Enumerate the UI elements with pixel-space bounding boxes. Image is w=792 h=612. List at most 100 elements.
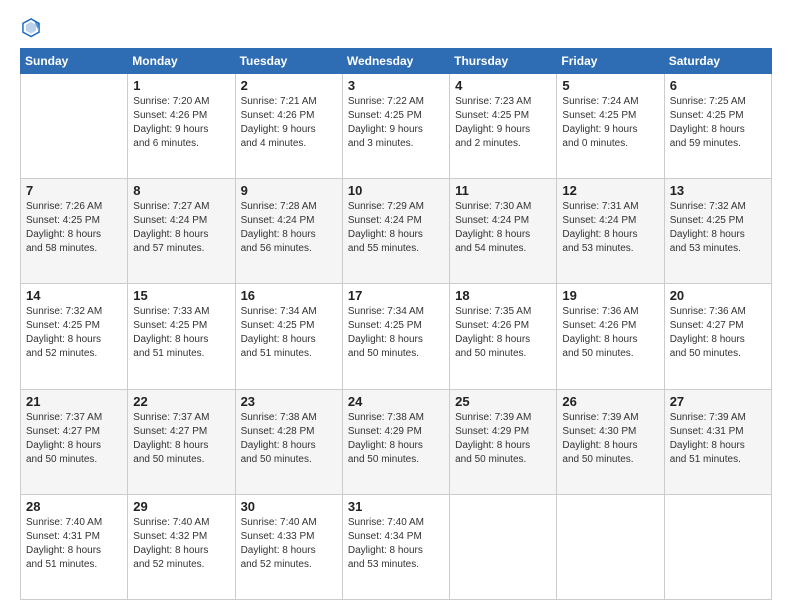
- calendar-cell: 13 Sunrise: 7:32 AM Sunset: 4:25 PM Dayli…: [664, 179, 771, 284]
- calendar-cell: 5 Sunrise: 7:24 AM Sunset: 4:25 PM Daylig…: [557, 74, 664, 179]
- day-info: Sunrise: 7:21 AM Sunset: 4:26 PM Dayligh…: [241, 95, 337, 151]
- day-number: 12: [562, 183, 658, 198]
- calendar-cell: 25 Sunrise: 7:39 AM Sunset: 4:29 PM Dayli…: [450, 389, 557, 494]
- calendar-body: 1Sunrise: 7:20 AM Sunset: 4:26 PM Daylig…: [21, 74, 772, 600]
- day-of-week-header: Wednesday: [342, 49, 449, 74]
- calendar-cell: 28Sunrise: 7:40 AM Sunset: 4:31 PM Dayli…: [21, 494, 128, 599]
- calendar-week-row: 28Sunrise: 7:40 AM Sunset: 4:31 PM Dayli…: [21, 494, 772, 599]
- day-info: Sunrise: 7:29 AM Sunset: 4:24 PM Dayligh…: [348, 200, 444, 256]
- day-info: Sunrise: 7:39 AM Sunset: 4:31 PM Dayligh…: [670, 411, 766, 467]
- day-info: Sunrise: 7:25 AM Sunset: 4:25 PM Dayligh…: [670, 95, 766, 151]
- calendar-week-row: 21 Sunrise: 7:37 AM Sunset: 4:27 PM Dayli…: [21, 389, 772, 494]
- day-of-week-header: Thursday: [450, 49, 557, 74]
- calendar-cell: 15Sunrise: 7:33 AM Sunset: 4:25 PM Dayli…: [128, 284, 235, 389]
- calendar-cell: 27Sunrise: 7:39 AM Sunset: 4:31 PM Dayli…: [664, 389, 771, 494]
- day-number: 19: [562, 288, 658, 303]
- day-info: Sunrise: 7:39 AM Sunset: 4:29 PM Dayligh…: [455, 411, 551, 467]
- day-info: Sunrise: 7:27 AM Sunset: 4:24 PM Dayligh…: [133, 200, 229, 256]
- day-number: 18: [455, 288, 551, 303]
- day-info: Sunrise: 7:39 AM Sunset: 4:30 PM Dayligh…: [562, 411, 658, 467]
- calendar-cell: 31Sunrise: 7:40 AM Sunset: 4:34 PM Dayli…: [342, 494, 449, 599]
- logo-icon: [20, 16, 42, 38]
- day-info: Sunrise: 7:28 AM Sunset: 4:24 PM Dayligh…: [241, 200, 337, 256]
- calendar-cell: 20Sunrise: 7:36 AM Sunset: 4:27 PM Dayli…: [664, 284, 771, 389]
- day-info: Sunrise: 7:37 AM Sunset: 4:27 PM Dayligh…: [133, 411, 229, 467]
- calendar-week-row: 1Sunrise: 7:20 AM Sunset: 4:26 PM Daylig…: [21, 74, 772, 179]
- day-info: Sunrise: 7:40 AM Sunset: 4:32 PM Dayligh…: [133, 516, 229, 572]
- day-number: 25: [455, 394, 551, 409]
- day-number: 3: [348, 78, 444, 93]
- calendar-cell: 26 Sunrise: 7:39 AM Sunset: 4:30 PM Dayli…: [557, 389, 664, 494]
- calendar-cell: 21 Sunrise: 7:37 AM Sunset: 4:27 PM Dayli…: [21, 389, 128, 494]
- day-info: Sunrise: 7:40 AM Sunset: 4:31 PM Dayligh…: [26, 516, 122, 572]
- calendar-cell: 18 Sunrise: 7:35 AM Sunset: 4:26 PM Dayli…: [450, 284, 557, 389]
- day-info: Sunrise: 7:36 AM Sunset: 4:26 PM Dayligh…: [562, 305, 658, 361]
- day-of-week-header: Sunday: [21, 49, 128, 74]
- day-info: Sunrise: 7:23 AM Sunset: 4:25 PM Dayligh…: [455, 95, 551, 151]
- day-number: 9: [241, 183, 337, 198]
- calendar-week-row: 14 Sunrise: 7:32 AM Sunset: 4:25 PM Dayli…: [21, 284, 772, 389]
- day-number: 29: [133, 499, 229, 514]
- day-info: Sunrise: 7:32 AM Sunset: 4:25 PM Dayligh…: [670, 200, 766, 256]
- calendar-cell: 10 Sunrise: 7:29 AM Sunset: 4:24 PM Dayli…: [342, 179, 449, 284]
- calendar-cell: 24Sunrise: 7:38 AM Sunset: 4:29 PM Dayli…: [342, 389, 449, 494]
- calendar-cell: [21, 74, 128, 179]
- day-number: 5: [562, 78, 658, 93]
- calendar-cell: 17 Sunrise: 7:34 AM Sunset: 4:25 PM Dayli…: [342, 284, 449, 389]
- day-info: Sunrise: 7:24 AM Sunset: 4:25 PM Dayligh…: [562, 95, 658, 151]
- day-info: Sunrise: 7:37 AM Sunset: 4:27 PM Dayligh…: [26, 411, 122, 467]
- calendar-cell: 9 Sunrise: 7:28 AM Sunset: 4:24 PM Daylig…: [235, 179, 342, 284]
- day-info: Sunrise: 7:34 AM Sunset: 4:25 PM Dayligh…: [348, 305, 444, 361]
- day-number: 14: [26, 288, 122, 303]
- page: SundayMondayTuesdayWednesdayThursdayFrid…: [0, 0, 792, 612]
- day-number: 4: [455, 78, 551, 93]
- calendar-cell: 7 Sunrise: 7:26 AM Sunset: 4:25 PM Daylig…: [21, 179, 128, 284]
- calendar-cell: 16 Sunrise: 7:34 AM Sunset: 4:25 PM Dayli…: [235, 284, 342, 389]
- calendar-cell: 30 Sunrise: 7:40 AM Sunset: 4:33 PM Dayli…: [235, 494, 342, 599]
- calendar-cell: 14 Sunrise: 7:32 AM Sunset: 4:25 PM Dayli…: [21, 284, 128, 389]
- day-info: Sunrise: 7:35 AM Sunset: 4:26 PM Dayligh…: [455, 305, 551, 361]
- day-info: Sunrise: 7:38 AM Sunset: 4:28 PM Dayligh…: [241, 411, 337, 467]
- calendar-cell: 3 Sunrise: 7:22 AM Sunset: 4:25 PM Daylig…: [342, 74, 449, 179]
- calendar-table: SundayMondayTuesdayWednesdayThursdayFrid…: [20, 48, 772, 600]
- day-info: Sunrise: 7:40 AM Sunset: 4:34 PM Dayligh…: [348, 516, 444, 572]
- day-number: 21: [26, 394, 122, 409]
- calendar-cell: [557, 494, 664, 599]
- calendar-cell: 12 Sunrise: 7:31 AM Sunset: 4:24 PM Dayli…: [557, 179, 664, 284]
- calendar-cell: 19 Sunrise: 7:36 AM Sunset: 4:26 PM Dayli…: [557, 284, 664, 389]
- day-number: 26: [562, 394, 658, 409]
- day-of-week-header: Friday: [557, 49, 664, 74]
- day-number: 13: [670, 183, 766, 198]
- day-number: 11: [455, 183, 551, 198]
- day-number: 8: [133, 183, 229, 198]
- day-number: 7: [26, 183, 122, 198]
- calendar-cell: 8 Sunrise: 7:27 AM Sunset: 4:24 PM Daylig…: [128, 179, 235, 284]
- calendar-cell: 29 Sunrise: 7:40 AM Sunset: 4:32 PM Dayli…: [128, 494, 235, 599]
- day-number: 23: [241, 394, 337, 409]
- header: [20, 16, 772, 38]
- day-info: Sunrise: 7:20 AM Sunset: 4:26 PM Dayligh…: [133, 95, 229, 151]
- day-info: Sunrise: 7:32 AM Sunset: 4:25 PM Dayligh…: [26, 305, 122, 361]
- day-info: Sunrise: 7:31 AM Sunset: 4:24 PM Dayligh…: [562, 200, 658, 256]
- calendar-cell: 11 Sunrise: 7:30 AM Sunset: 4:24 PM Dayli…: [450, 179, 557, 284]
- day-info: Sunrise: 7:34 AM Sunset: 4:25 PM Dayligh…: [241, 305, 337, 361]
- day-number: 17: [348, 288, 444, 303]
- day-info: Sunrise: 7:40 AM Sunset: 4:33 PM Dayligh…: [241, 516, 337, 572]
- day-number: 30: [241, 499, 337, 514]
- day-number: 16: [241, 288, 337, 303]
- calendar-cell: 22 Sunrise: 7:37 AM Sunset: 4:27 PM Dayli…: [128, 389, 235, 494]
- day-number: 10: [348, 183, 444, 198]
- day-info: Sunrise: 7:22 AM Sunset: 4:25 PM Dayligh…: [348, 95, 444, 151]
- calendar-cell: 23 Sunrise: 7:38 AM Sunset: 4:28 PM Dayli…: [235, 389, 342, 494]
- header-row: SundayMondayTuesdayWednesdayThursdayFrid…: [21, 49, 772, 74]
- day-info: Sunrise: 7:36 AM Sunset: 4:27 PM Dayligh…: [670, 305, 766, 361]
- day-of-week-header: Monday: [128, 49, 235, 74]
- day-number: 22: [133, 394, 229, 409]
- calendar-cell: [664, 494, 771, 599]
- day-number: 2: [241, 78, 337, 93]
- day-info: Sunrise: 7:26 AM Sunset: 4:25 PM Dayligh…: [26, 200, 122, 256]
- day-info: Sunrise: 7:30 AM Sunset: 4:24 PM Dayligh…: [455, 200, 551, 256]
- day-number: 6: [670, 78, 766, 93]
- calendar-cell: 1Sunrise: 7:20 AM Sunset: 4:26 PM Daylig…: [128, 74, 235, 179]
- day-info: Sunrise: 7:38 AM Sunset: 4:29 PM Dayligh…: [348, 411, 444, 467]
